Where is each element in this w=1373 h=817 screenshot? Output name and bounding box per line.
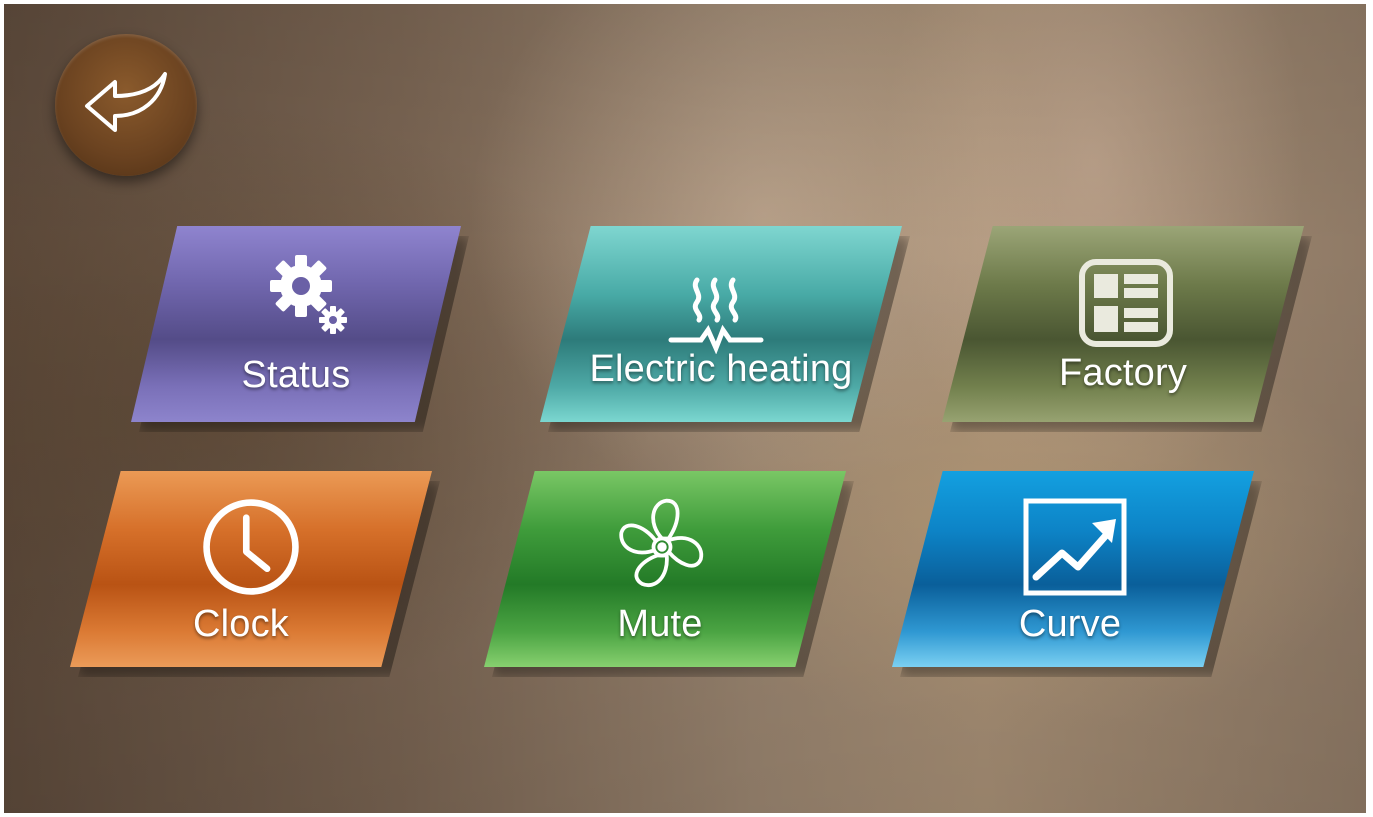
factory-panel-icon	[1079, 259, 1173, 347]
curve-tile[interactable]: Curve	[892, 471, 1262, 677]
clock-label: Clock	[192, 603, 290, 645]
factory-label: Factory	[1058, 352, 1188, 394]
electric-heating-tile[interactable]: Electric heating	[540, 226, 910, 432]
factory-tile[interactable]: Factory	[942, 226, 1312, 432]
clock-icon	[203, 499, 299, 595]
status-label: Status	[241, 354, 351, 396]
status-tile[interactable]: Status	[131, 226, 469, 432]
gears-icon	[270, 255, 347, 334]
fan-icon	[619, 498, 704, 588]
curve-label: Curve	[1018, 603, 1122, 645]
back-button[interactable]	[55, 34, 197, 176]
clock-tile[interactable]: Clock	[70, 471, 440, 677]
trend-chart-icon	[1023, 498, 1127, 596]
menu-screen: Status Electric heating Factory Clock Mu…	[4, 4, 1366, 813]
heating-icon	[668, 277, 764, 354]
electric-heating-label: Electric heating	[589, 348, 853, 390]
mute-label: Mute	[617, 603, 703, 645]
mute-tile[interactable]: Mute	[484, 471, 854, 677]
back-arrow-icon	[85, 72, 167, 132]
